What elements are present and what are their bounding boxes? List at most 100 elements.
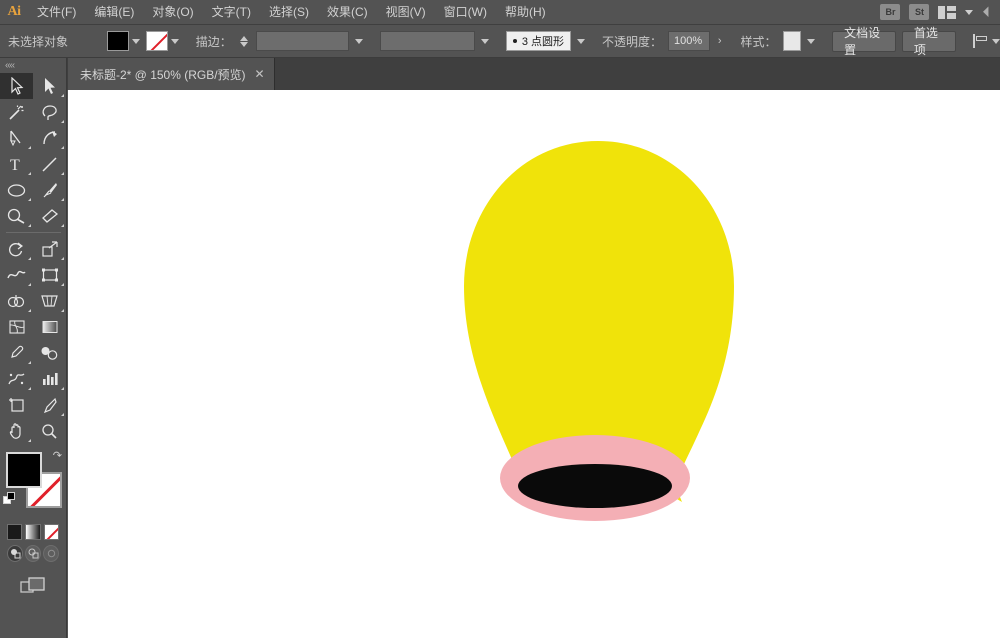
opacity-expand-icon[interactable]: › <box>716 35 724 47</box>
tool-free-transform[interactable] <box>33 262 66 288</box>
brush-dropdown-icon[interactable] <box>577 39 585 44</box>
curvature-pen-icon <box>41 129 59 147</box>
tool-gradient[interactable] <box>33 314 66 340</box>
chevron-down-icon[interactable] <box>965 10 973 15</box>
tool-width[interactable] <box>0 262 33 288</box>
tool-symbol-sprayer[interactable] <box>0 366 33 392</box>
stock-icon[interactable]: St <box>909 4 929 20</box>
menu-bar-right-group: Br St ⏴ <box>880 4 1000 20</box>
variable-width-dropdown-icon[interactable] <box>481 39 489 44</box>
draw-normal-icon <box>10 548 21 559</box>
toolpanel-fill-swatch[interactable] <box>6 452 42 488</box>
menu-help[interactable]: 帮助(H) <box>496 0 555 25</box>
creative-cloud-sync-icon[interactable]: ⏴ <box>982 5 990 20</box>
menu-select[interactable]: 选择(S) <box>260 0 318 25</box>
fill-swatch[interactable] <box>107 31 129 51</box>
eyedropper-icon <box>8 345 25 362</box>
align-dropdown-icon[interactable] <box>992 39 1000 44</box>
document-setup-button[interactable]: 文档设置 <box>832 31 896 52</box>
preferences-button[interactable]: 首选项 <box>902 31 956 52</box>
direct-selection-arrow-icon <box>43 77 56 95</box>
mesh-icon <box>8 319 26 335</box>
line-segment-icon <box>41 156 58 173</box>
tool-eraser[interactable] <box>33 203 66 229</box>
tool-rotate[interactable] <box>0 236 33 262</box>
tool-direct-selection[interactable] <box>33 73 66 99</box>
draw-inside-mode[interactable] <box>43 545 59 562</box>
artboard-canvas[interactable] <box>68 90 1000 638</box>
draw-behind-mode[interactable] <box>25 545 41 562</box>
app-logo-icon: Ai <box>0 0 28 25</box>
close-icon[interactable]: ✕ <box>255 68 265 80</box>
opening-ellipse-shape[interactable] <box>518 464 672 508</box>
menu-file[interactable]: 文件(F) <box>28 0 85 25</box>
tool-shaper[interactable] <box>0 203 33 229</box>
menu-edit[interactable]: 编辑(E) <box>85 0 143 25</box>
artboard-icon <box>8 397 26 413</box>
bridge-icon[interactable]: Br <box>880 4 900 20</box>
stroke-weight-input[interactable] <box>256 31 349 51</box>
color-mode-gradient[interactable] <box>25 524 40 540</box>
menu-type[interactable]: 文字(T) <box>203 0 260 25</box>
tool-perspective-grid[interactable] <box>33 288 66 314</box>
workspace-layout-icon[interactable] <box>938 6 956 19</box>
stroke-swatch[interactable] <box>146 31 168 51</box>
tool-scale[interactable] <box>33 236 66 262</box>
screen-mode-button[interactable] <box>20 576 46 596</box>
stroke-color-control[interactable] <box>146 31 179 51</box>
tool-curvature[interactable] <box>33 125 66 151</box>
scale-icon <box>41 240 59 258</box>
tool-blend[interactable] <box>33 340 66 366</box>
eraser-icon <box>41 208 59 224</box>
default-fill-stroke-icon[interactable] <box>3 492 16 505</box>
brush-definition-label: 3 点圆形 <box>522 33 564 49</box>
magic-wand-icon <box>8 104 25 121</box>
tools-panel-collapse-icon[interactable]: «« <box>0 58 66 73</box>
brush-definition-select[interactable]: 3 点圆形 <box>506 31 571 51</box>
tool-zoom[interactable] <box>33 418 66 444</box>
tools-panel: «« <box>0 58 67 638</box>
tool-slice[interactable] <box>33 392 66 418</box>
document-tab[interactable]: 未标题-2* @ 150% (RGB/预览) ✕ <box>68 58 275 90</box>
tool-hand[interactable] <box>0 418 33 444</box>
color-mode-solid[interactable] <box>7 524 22 540</box>
opacity-input[interactable]: 100% <box>668 31 710 51</box>
selection-arrow-icon <box>10 77 24 95</box>
stroke-weight-dropdown-icon[interactable] <box>355 39 363 44</box>
tool-line-segment[interactable] <box>33 151 66 177</box>
align-objects-icon[interactable] <box>973 34 986 48</box>
color-mode-none[interactable] <box>44 524 59 540</box>
style-dropdown-icon[interactable] <box>807 39 815 44</box>
variable-width-profile-input[interactable] <box>380 31 475 51</box>
tool-ellipse[interactable] <box>0 177 33 203</box>
tool-paintbrush[interactable] <box>33 177 66 203</box>
tool-mesh[interactable] <box>0 314 33 340</box>
document-tab-bar: 未标题-2* @ 150% (RGB/预览) ✕ <box>0 58 1000 90</box>
stroke-weight-label: 描边： <box>196 33 232 50</box>
column-graph-icon <box>41 371 59 387</box>
tool-pen[interactable] <box>0 125 33 151</box>
brush-preview-icon <box>513 39 517 43</box>
slice-knife-icon <box>41 397 58 414</box>
tool-selection[interactable] <box>0 73 33 99</box>
graphic-style-swatch[interactable] <box>783 31 802 51</box>
tool-shape-builder[interactable] <box>0 288 33 314</box>
menu-effect[interactable]: 效果(C) <box>318 0 377 25</box>
menu-object[interactable]: 对象(O) <box>143 0 202 25</box>
tool-artboard[interactable] <box>0 392 33 418</box>
tool-eyedropper[interactable] <box>0 340 33 366</box>
stroke-weight-stepper[interactable] <box>240 36 248 47</box>
swap-fill-stroke-icon[interactable]: ↷ <box>53 449 62 462</box>
tool-column-graph[interactable] <box>33 366 66 392</box>
fill-color-control[interactable] <box>107 31 140 51</box>
lasso-icon <box>41 104 59 121</box>
gradient-icon <box>41 319 59 335</box>
tool-type[interactable]: T <box>0 151 33 177</box>
menu-window[interactable]: 窗口(W) <box>435 0 496 25</box>
stroke-dropdown-icon[interactable] <box>171 39 179 44</box>
fill-dropdown-icon[interactable] <box>132 39 140 44</box>
draw-normal-mode[interactable] <box>7 545 23 562</box>
menu-view[interactable]: 视图(V) <box>377 0 435 25</box>
tool-lasso[interactable] <box>33 99 66 125</box>
tool-magic-wand[interactable] <box>0 99 33 125</box>
